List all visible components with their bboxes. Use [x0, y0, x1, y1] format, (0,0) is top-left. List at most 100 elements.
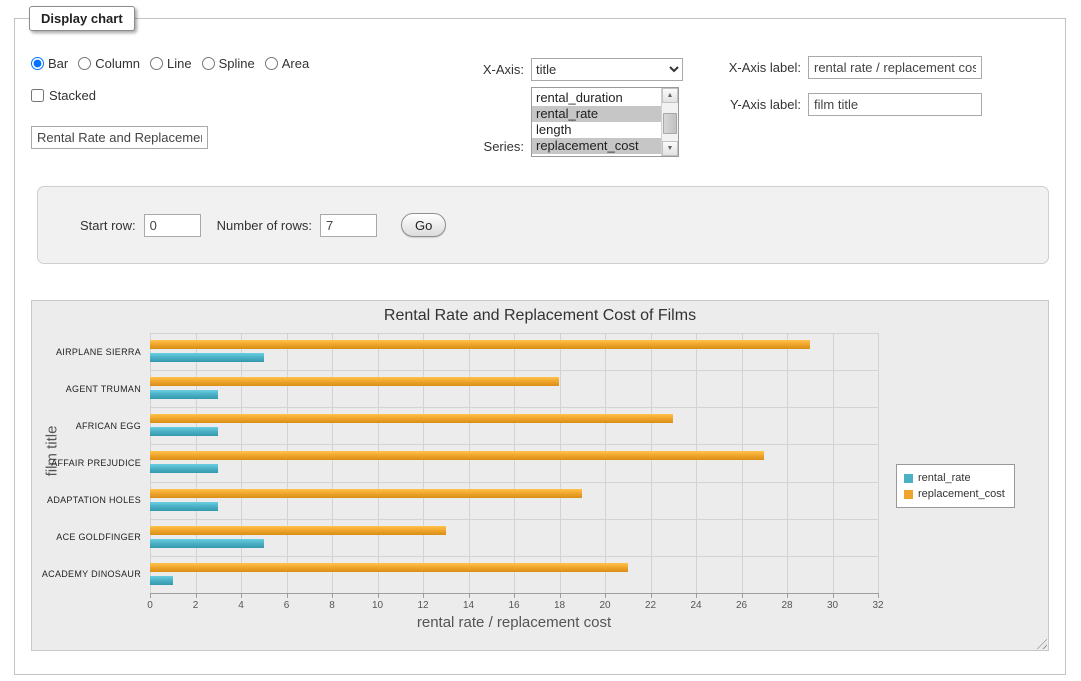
go-button[interactable]: Go — [401, 213, 446, 237]
gridline-vertical — [378, 333, 379, 593]
series-label: Series: — [484, 139, 524, 154]
start-row-label: Start row: — [80, 218, 136, 233]
bar-replacement_cost[interactable] — [150, 340, 810, 349]
x-tick-label: 24 — [690, 600, 701, 611]
bar-replacement_cost[interactable] — [150, 489, 582, 498]
gridline-vertical — [469, 333, 470, 593]
gridline-horizontal — [150, 333, 878, 334]
bar-replacement_cost[interactable] — [150, 377, 559, 386]
bar-rental_rate[interactable] — [150, 427, 218, 436]
gridline-vertical — [833, 333, 834, 593]
legend-item-rental_rate[interactable]: rental_rate — [904, 470, 1005, 486]
gridline-horizontal — [150, 407, 878, 408]
gridline-horizontal — [150, 444, 878, 445]
x-tick-label: 26 — [736, 600, 747, 611]
x-tick-label: 8 — [329, 600, 335, 611]
gridline-vertical — [287, 333, 288, 593]
chart-type-radio-spline[interactable] — [202, 57, 215, 70]
bar-rental_rate[interactable] — [150, 576, 173, 585]
bar-replacement_cost[interactable] — [150, 451, 764, 460]
x-axis-label-input[interactable] — [808, 56, 982, 79]
number-of-rows-label: Number of rows: — [217, 218, 312, 233]
chart-title-input[interactable] — [31, 126, 208, 149]
scroll-down-icon[interactable]: ▼ — [662, 141, 678, 156]
y-axis-label-input[interactable] — [808, 93, 982, 116]
gridline-horizontal — [150, 519, 878, 520]
x-tick-label: 28 — [781, 600, 792, 611]
bar-rental_rate[interactable] — [150, 390, 218, 399]
x-tick-label: 14 — [463, 600, 474, 611]
bar-rental_rate[interactable] — [150, 464, 218, 473]
series-option-length[interactable]: length — [532, 122, 661, 138]
legend-item-replacement_cost[interactable]: replacement_cost — [904, 486, 1005, 502]
scroll-thumb[interactable] — [663, 113, 677, 134]
chart-type-option-column[interactable]: Column — [78, 56, 140, 71]
display-chart-fieldset: Display chart BarColumnLineSplineArea St… — [14, 18, 1066, 675]
stacked-option[interactable]: Stacked — [31, 88, 96, 103]
legend-label: rental_rate — [918, 472, 971, 484]
stacked-checkbox[interactable] — [31, 89, 44, 102]
y-axis-label-label: Y-Axis label: — [730, 97, 801, 112]
x-tick-label: 0 — [147, 600, 153, 611]
series-option-replacement_cost[interactable]: replacement_cost — [532, 138, 661, 154]
x-tick-label: 16 — [508, 600, 519, 611]
x-tick-label: 12 — [417, 600, 428, 611]
gridline-vertical — [150, 333, 151, 593]
bar-rental_rate[interactable] — [150, 539, 264, 548]
chart-type-option-area[interactable]: Area — [265, 56, 309, 71]
legend-label: replacement_cost — [918, 488, 1005, 500]
chart-type-radio-column[interactable] — [78, 57, 91, 70]
gridline-horizontal — [150, 482, 878, 483]
chart-type-radio-bar[interactable] — [31, 57, 44, 70]
bar-replacement_cost[interactable] — [150, 414, 673, 423]
chart-type-label: Line — [167, 56, 192, 71]
category-label: AGENT TRUMAN — [66, 384, 141, 394]
legend-swatch-icon — [904, 474, 913, 483]
chart-container: Rental Rate and Replacement Cost of Film… — [31, 300, 1049, 651]
resize-handle-icon[interactable] — [1034, 636, 1047, 649]
bar-replacement_cost[interactable] — [150, 526, 446, 535]
category-label: ACADEMY DINOSAUR — [42, 569, 141, 579]
x-axis-label-row: X-Axis label: — [615, 56, 982, 79]
category-label: ACE GOLDFINGER — [56, 532, 141, 542]
chart-type-option-bar[interactable]: Bar — [31, 56, 68, 71]
x-axis-line — [150, 593, 878, 594]
x-tick-label: 2 — [193, 600, 199, 611]
bar-rental_rate[interactable] — [150, 353, 264, 362]
chart-type-radio-line[interactable] — [150, 57, 163, 70]
chart-type-label: Spline — [219, 56, 255, 71]
chart-type-group: Bar Column Line Spline Area — [31, 56, 319, 71]
chart-type-label: Area — [282, 56, 309, 71]
category-label: ADAPTATION HOLES — [47, 495, 141, 505]
x-axis-select-label: X-Axis: — [483, 62, 524, 77]
gridline-vertical — [423, 333, 424, 593]
chart-type-option-line[interactable]: Line — [150, 56, 192, 71]
start-row-input[interactable] — [144, 214, 201, 237]
bar-rental_rate[interactable] — [150, 502, 218, 511]
gridline-vertical — [651, 333, 652, 593]
x-tick-label: 18 — [554, 600, 565, 611]
gridline-vertical — [605, 333, 606, 593]
x-tick-label: 4 — [238, 600, 244, 611]
category-label: AIRPLANE SIERRA — [56, 347, 141, 357]
legend-swatch-icon — [904, 490, 913, 499]
plot-area: 02468101214161820222426283032AIRPLANE SI… — [150, 333, 878, 593]
chart-title: Rental Rate and Replacement Cost of Film… — [32, 307, 1048, 325]
number-of-rows-input[interactable] — [320, 214, 377, 237]
chart-type-radio-area[interactable] — [265, 57, 278, 70]
gridline-vertical — [196, 333, 197, 593]
gridline-vertical — [787, 333, 788, 593]
gridline-vertical — [560, 333, 561, 593]
gridline-vertical — [332, 333, 333, 593]
gridline-vertical — [514, 333, 515, 593]
chart-type-label: Bar — [48, 56, 68, 71]
chart-legend: rental_rate replacement_cost — [896, 464, 1015, 508]
gridline-vertical — [696, 333, 697, 593]
gridline-vertical — [241, 333, 242, 593]
x-tick-label: 32 — [872, 600, 883, 611]
chart-type-option-spline[interactable]: Spline — [202, 56, 255, 71]
gridline-horizontal — [150, 556, 878, 557]
stacked-label: Stacked — [49, 88, 96, 103]
y-axis-label-row: Y-Axis label: — [615, 93, 982, 116]
bar-replacement_cost[interactable] — [150, 563, 628, 572]
